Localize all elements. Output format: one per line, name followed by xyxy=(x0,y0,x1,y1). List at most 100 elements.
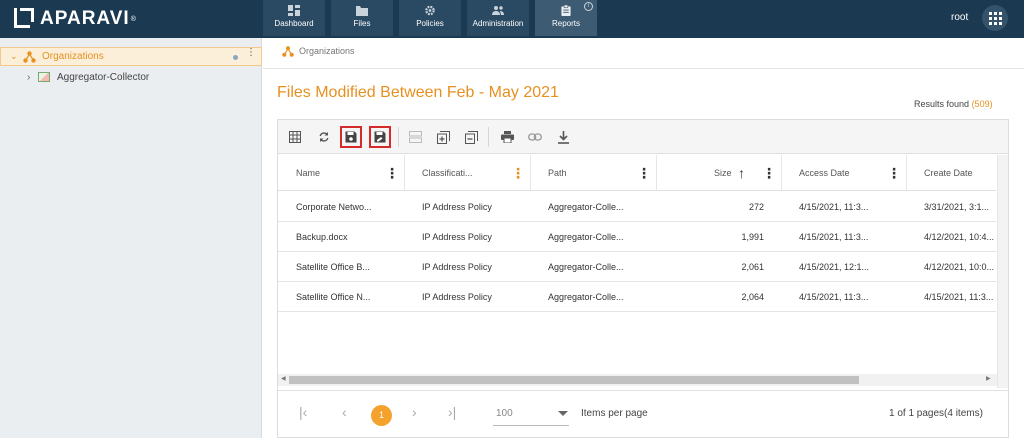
cell-path: Aggregator-Colle... xyxy=(548,202,624,212)
report-toolbar xyxy=(278,120,1008,154)
trademark: ® xyxy=(130,15,136,23)
image-icon xyxy=(38,72,50,82)
columns-icon[interactable] xyxy=(284,126,306,148)
save-as-icon[interactable] xyxy=(369,126,391,148)
column-header-label: Path xyxy=(548,168,567,178)
tree-item-aggregator-collector[interactable]: › Aggregator-Collector xyxy=(0,70,262,86)
column-header-create-date[interactable]: Create Date xyxy=(907,155,996,191)
vertical-scrollbar[interactable] xyxy=(997,155,1008,388)
select-underline xyxy=(493,425,569,426)
nav-label: Policies xyxy=(416,19,444,28)
column-header-label: Classificati... xyxy=(422,168,473,178)
items-per-page-label: Items per page xyxy=(581,408,648,419)
column-menu-icon[interactable]: ⋮ xyxy=(887,155,901,191)
cell-size: 2,061 xyxy=(741,262,764,272)
nav-administration[interactable]: Administration xyxy=(467,0,529,36)
column-menu-icon[interactable]: ⋮ xyxy=(511,155,525,191)
first-page-icon[interactable]: |‹ xyxy=(299,404,307,420)
cell-path: Aggregator-Colle... xyxy=(548,232,624,242)
tree-item-label: Organizations xyxy=(42,51,104,62)
chevron-right-icon[interactable]: › xyxy=(27,72,30,83)
column-header-label: Name xyxy=(296,168,321,178)
cell-access-date: 4/15/2021, 11:3... xyxy=(799,292,869,302)
scrollbar-thumb[interactable] xyxy=(289,376,859,384)
download-icon[interactable] xyxy=(552,126,574,148)
dropdown-caret-icon[interactable] xyxy=(558,411,568,416)
cell-create-date: 4/12/2021, 10:4... xyxy=(924,232,995,242)
refresh-icon[interactable] xyxy=(313,126,335,148)
cell-create-date: 4/15/2021, 11:3... xyxy=(924,292,994,302)
toolbar-separator xyxy=(488,127,489,147)
cell-name: Corporate Netwo... xyxy=(296,202,372,212)
nav-label: Dashboard xyxy=(274,19,314,28)
tree-item-label: Aggregator-Collector xyxy=(57,72,150,83)
add-icon[interactable] xyxy=(432,126,454,148)
column-menu-icon[interactable]: ⋮ xyxy=(637,155,651,191)
cell-classification: IP Address Policy xyxy=(422,262,492,272)
table-row[interactable]: Satellite Office B... IP Address Policy … xyxy=(278,252,996,282)
info-icon[interactable]: i xyxy=(584,2,593,11)
cell-path: Aggregator-Colle... xyxy=(548,292,624,302)
nav-files[interactable]: Files xyxy=(331,0,393,36)
breadcrumb: Organizations xyxy=(282,46,355,57)
cell-access-date: 4/15/2021, 11:3... xyxy=(799,232,869,242)
more-options-icon[interactable]: ⋮ xyxy=(246,48,256,58)
column-header-name[interactable]: Name ⋮ xyxy=(278,155,405,191)
previous-page-icon[interactable]: ‹ xyxy=(342,404,347,420)
nav-label: Reports xyxy=(551,19,580,28)
cell-create-date: 3/31/2021, 3:1... xyxy=(924,202,990,212)
column-header-label: Size xyxy=(714,168,732,178)
paginator: |‹ ‹ 1 › ›| 100 Items per page 1 of 1 pa… xyxy=(278,390,1008,437)
table-row[interactable]: Backup.docx IP Address Policy Aggregator… xyxy=(278,222,996,252)
save-icon[interactable] xyxy=(340,126,362,148)
column-header-size[interactable]: Size ↑ ⋮ xyxy=(657,155,782,191)
organization-icon xyxy=(23,51,36,63)
items-per-page-select[interactable]: 100 xyxy=(496,408,513,419)
cell-path: Aggregator-Colle... xyxy=(548,262,624,272)
nav-policies[interactable]: Policies xyxy=(399,0,461,36)
remove-icon[interactable] xyxy=(460,126,482,148)
horizontal-scrollbar[interactable]: ◀ ▶ xyxy=(278,374,997,386)
scroll-left-icon[interactable]: ◀ xyxy=(281,375,286,382)
clipboard-icon xyxy=(561,5,571,16)
apps-grid-icon[interactable] xyxy=(982,5,1008,31)
aparavi-logo[interactable]: APARAVI ® xyxy=(14,8,136,30)
toolbar-separator xyxy=(398,127,399,147)
nav-dashboard[interactable]: Dashboard xyxy=(263,0,325,36)
last-page-icon[interactable]: ›| xyxy=(448,404,456,420)
tree-item-organizations[interactable]: ⌄ Organizations ⋮ xyxy=(0,47,262,66)
column-menu-icon[interactable]: ⋮ xyxy=(762,155,776,191)
cell-classification: IP Address Policy xyxy=(422,232,492,242)
nav-label: Administration xyxy=(472,19,524,28)
next-page-icon[interactable]: › xyxy=(412,404,417,420)
brand-name: APARAVI xyxy=(40,8,130,29)
column-header-classification[interactable]: Classificati... ⋮ xyxy=(405,155,531,191)
column-header-path[interactable]: Path ⋮ xyxy=(531,155,657,191)
results-label: Results found xyxy=(914,99,970,109)
column-header-access-date[interactable]: Access Date ⋮ xyxy=(782,155,907,191)
page-number-current[interactable]: 1 xyxy=(371,405,392,426)
cell-classification: IP Address Policy xyxy=(422,292,492,302)
sort-ascending-icon[interactable]: ↑ xyxy=(738,155,745,191)
scroll-right-icon[interactable]: ▶ xyxy=(986,375,991,382)
nav-reports[interactable]: Reports i xyxy=(535,0,597,36)
breadcrumb-item[interactable]: Organizations xyxy=(299,46,355,56)
results-found: Results found (509) xyxy=(914,99,993,109)
dashboard-icon xyxy=(288,5,300,16)
user-name[interactable]: root xyxy=(951,12,968,23)
column-menu-icon[interactable]: ⋮ xyxy=(385,155,399,191)
sidebar: ⌄ Organizations ⋮ › Aggregator-Collector xyxy=(0,38,262,438)
split-icon[interactable] xyxy=(404,126,426,148)
logo-mark-icon xyxy=(14,8,36,30)
table-row[interactable]: Corporate Netwo... IP Address Policy Agg… xyxy=(278,192,996,222)
table-row[interactable]: Satellite Office N... IP Address Policy … xyxy=(278,282,996,312)
table-header: Name ⋮ Classificati... ⋮ Path ⋮ Size ↑ ⋮ Acce… xyxy=(278,155,996,191)
link-icon[interactable] xyxy=(524,126,546,148)
chevron-down-icon[interactable]: ⌄ xyxy=(10,51,18,62)
cell-size: 272 xyxy=(748,202,764,212)
page-info: 1 of 1 pages(4 items) xyxy=(889,408,983,419)
print-icon[interactable] xyxy=(496,126,518,148)
top-bar: APARAVI ® Dashboard Files Policies Admini… xyxy=(0,0,1024,38)
cell-access-date: 4/15/2021, 11:3... xyxy=(799,202,869,212)
divider xyxy=(263,68,1024,69)
